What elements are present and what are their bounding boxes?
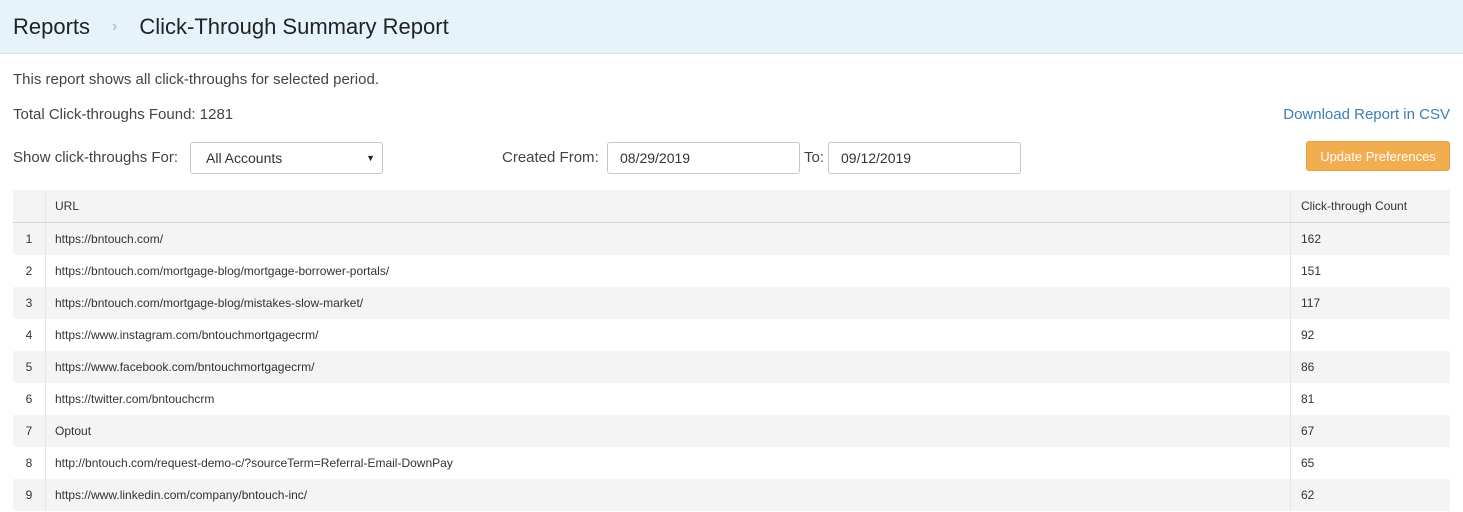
table-row: 2 https://bntouch.com/mortgage-blog/mortg… xyxy=(13,255,1450,287)
header-count[interactable]: Click-through Count xyxy=(1290,190,1450,222)
header-url[interactable]: URL xyxy=(45,190,1290,222)
table-row: 3 https://bntouch.com/mortgage-blog/mista… xyxy=(13,287,1450,319)
table-row: 5 https://www.facebook.com/bntouchmortgag… xyxy=(13,351,1450,383)
row-number: 3 xyxy=(25,296,33,310)
row-url: https://www.instagram.com/bntouchmortgag… xyxy=(45,319,1290,351)
to-label: To: xyxy=(804,149,825,166)
row-number: 1 xyxy=(25,232,33,246)
table-header-row: URL Click-through Count xyxy=(13,190,1450,223)
chevron-right-icon: › xyxy=(112,17,118,35)
row-number: 2 xyxy=(25,264,33,278)
table-row: 7 Optout 67 xyxy=(13,415,1450,447)
row-url: https://bntouch.com/mortgage-blog/mortga… xyxy=(45,255,1290,287)
account-select-value: All Accounts xyxy=(206,150,283,166)
from-date-input[interactable]: 08/29/2019 xyxy=(607,142,800,174)
row-count: 92 xyxy=(1290,319,1450,351)
row-url: https://twitter.com/bntouchcrm xyxy=(45,383,1290,415)
row-number: 8 xyxy=(25,456,33,470)
row-url: https://bntouch.com/ xyxy=(45,223,1290,255)
table-row: 1 https://bntouch.com/162 xyxy=(13,223,1450,255)
row-number: 6 xyxy=(25,392,33,406)
row-url: Optout xyxy=(45,415,1290,447)
account-select[interactable]: All Accounts ▼ xyxy=(190,142,383,174)
row-count: 117 xyxy=(1290,287,1450,319)
row-count: 62 xyxy=(1290,479,1450,511)
page-header: Reports › Click-Through Summary Report xyxy=(0,0,1463,54)
table-row: 4 https://www.instagram.com/bntouchmortga… xyxy=(13,319,1450,351)
table-row: 6 https://twitter.com/bntouchcrm 81 xyxy=(13,383,1450,415)
breadcrumb-reports[interactable]: Reports xyxy=(13,14,90,40)
download-csv-link[interactable]: Download Report in CSV xyxy=(1283,106,1450,123)
table-body: 1 https://bntouch.com/162 2 https://bntouch… xyxy=(13,223,1450,511)
to-date-input[interactable]: 09/12/2019 xyxy=(828,142,1021,174)
from-date-value: 08/29/2019 xyxy=(620,150,691,166)
row-count: 162 xyxy=(1290,223,1450,255)
row-count: 67 xyxy=(1290,415,1450,447)
row-url: https://www.linkedin.com/company/bntouch… xyxy=(45,479,1290,511)
row-count: 81 xyxy=(1290,383,1450,415)
row-url: https://www.facebook.com/bntouchmortgage… xyxy=(45,351,1290,383)
created-from-label: Created From: xyxy=(502,149,599,166)
update-preferences-button[interactable]: Update Preferences xyxy=(1306,141,1450,171)
row-url: https://bntouch.com/mortgage-blog/mistak… xyxy=(45,287,1290,319)
total-click-throughs: Total Click-throughs Found: 1281 xyxy=(13,106,233,123)
caret-down-icon: ▼ xyxy=(366,153,375,163)
click-through-table: URL Click-through Count 1 https://bntouch… xyxy=(13,190,1450,511)
row-number: 4 xyxy=(25,328,33,342)
header-num xyxy=(13,190,45,222)
row-number: 9 xyxy=(25,488,33,502)
table-row: 8 http://bntouch.com/request-demo-c/?sour… xyxy=(13,447,1450,479)
row-number: 7 xyxy=(25,424,33,438)
row-url: http://bntouch.com/request-demo-c/?sourc… xyxy=(45,447,1290,479)
total-label: Total Click-throughs Found: 1281 xyxy=(13,106,234,123)
table-row: 9 https://www.linkedin.com/company/bntouc… xyxy=(13,479,1450,511)
row-count: 151 xyxy=(1290,255,1450,287)
report-description: This report shows all click-throughs for… xyxy=(13,71,379,88)
to-date-value: 09/12/2019 xyxy=(841,150,912,166)
row-count: 65 xyxy=(1290,447,1450,479)
row-number: 5 xyxy=(25,360,33,374)
show-for-label: Show click-throughs For: xyxy=(13,149,179,166)
page-title: Click-Through Summary Report xyxy=(139,13,449,39)
row-count: 86 xyxy=(1290,351,1450,383)
